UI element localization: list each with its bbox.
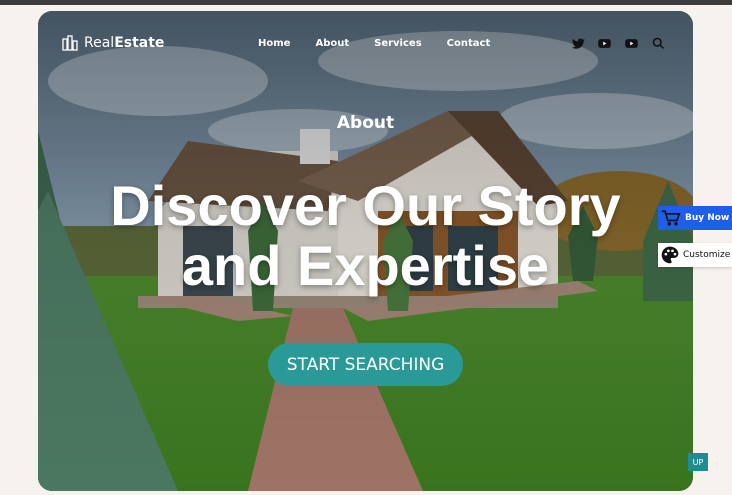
palette-icon	[661, 246, 679, 264]
hero-headline: Discover Our Story and Expertise	[38, 176, 693, 296]
headline-line-2: and Expertise	[181, 234, 550, 297]
scroll-up-button[interactable]: UP	[688, 453, 708, 471]
headline-line-1: Discover Our Story	[110, 174, 621, 237]
nav-home[interactable]: Home	[258, 38, 290, 49]
nav-services[interactable]: Services	[374, 38, 422, 49]
main-nav: Home About Services Contact	[258, 38, 515, 49]
hero-banner: RealEstate Home About Services Contact A…	[38, 11, 693, 491]
building-icon	[62, 35, 78, 51]
nav-contact[interactable]: Contact	[447, 38, 491, 49]
cart-icon	[661, 210, 681, 226]
logo-text-bold: Estate	[114, 35, 165, 51]
twitter-icon[interactable]	[570, 36, 585, 51]
search-icon[interactable]	[651, 36, 666, 51]
buy-now-label: Buy Now	[685, 213, 730, 223]
start-searching-button[interactable]: START SEARCHING	[268, 343, 463, 386]
youtube-icon[interactable]	[624, 36, 639, 51]
buy-now-button[interactable]: Buy Now	[658, 206, 732, 230]
header-icons	[570, 36, 666, 51]
customize-label: Customize	[683, 250, 731, 260]
customize-button[interactable]: Customize	[658, 243, 732, 267]
logo-text-light: Real	[84, 35, 115, 51]
site-logo[interactable]: RealEstate	[62, 35, 164, 51]
nav-about[interactable]: About	[315, 38, 349, 49]
youtube-icon[interactable]	[597, 36, 612, 51]
page-kicker: About	[336, 113, 395, 133]
top-strip	[0, 0, 732, 5]
